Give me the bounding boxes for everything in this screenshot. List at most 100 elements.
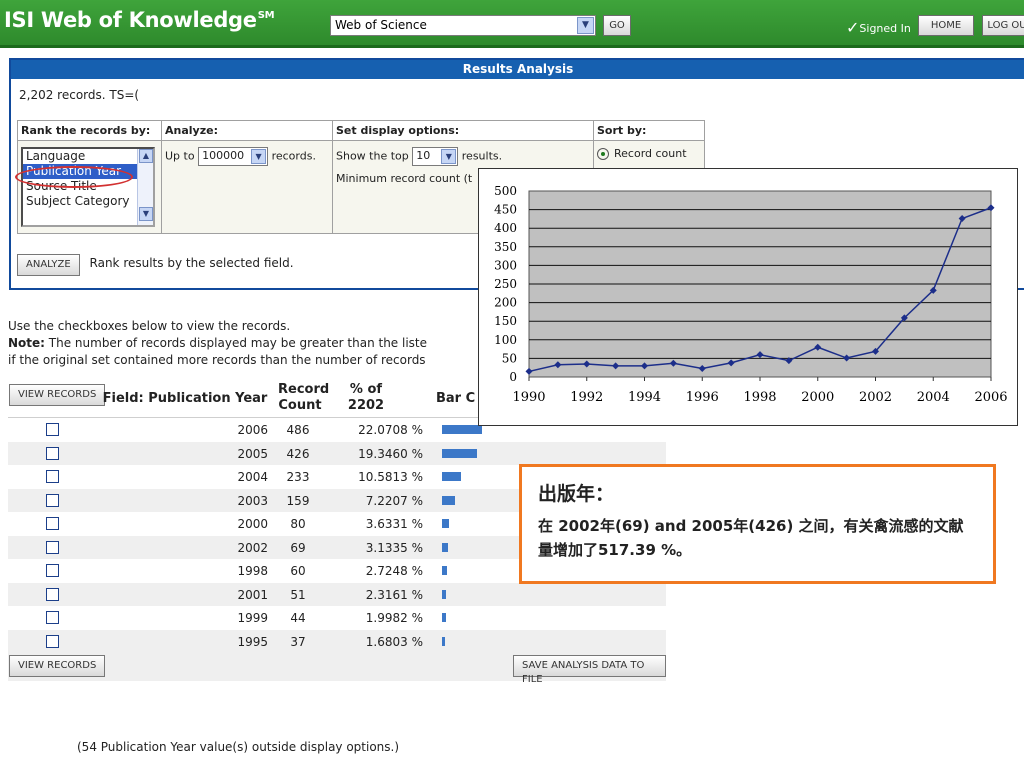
- listbox-scrollbar[interactable]: ▲ ▼: [137, 149, 153, 225]
- show-top-select[interactable]: 10 ▼: [412, 147, 459, 166]
- row-bar: [442, 542, 448, 552]
- row-count: 51: [290, 587, 306, 602]
- callout-title: 出版年：: [538, 483, 615, 505]
- row-percent: 2.7248 %: [365, 564, 423, 578]
- row-checkbox[interactable]: [46, 634, 59, 648]
- row-percent: 10.5813 %: [358, 470, 423, 484]
- chevron-down-icon[interactable]: ▼: [251, 149, 267, 164]
- top-bar: ISI Web of KnowledgeSM Web of Science ▼ …: [0, 0, 1024, 48]
- row-year: 2003: [237, 493, 268, 508]
- row-checkbox[interactable]: [46, 540, 59, 554]
- row-year: 2005: [237, 446, 268, 461]
- show-top-value: 10: [416, 149, 431, 162]
- row-percent: 3.6331 %: [365, 517, 423, 531]
- view-records-button[interactable]: VIEW RECORDS: [9, 384, 106, 406]
- up-to-label: Up to: [165, 149, 195, 163]
- database-select-value: Web of Science: [335, 18, 427, 32]
- display-options-header: Set display options:: [332, 120, 594, 141]
- line-chart-svg: 0 50 100 150 200 250 300 350 400 450 500 1990 1992 19…: [494, 184, 1007, 405]
- y-tick-label: 450: [494, 203, 517, 217]
- row-year: 2001: [237, 587, 268, 602]
- brand-mark: SM: [257, 10, 275, 21]
- table-row: 1995 37 1.6803 %: [8, 629, 666, 653]
- row-percent: 3.1335 %: [365, 540, 423, 555]
- save-analysis-button[interactable]: SAVE ANALYSIS DATA TO FILE: [513, 655, 666, 685]
- table-row: 2001 51 2.3161 %: [8, 582, 666, 606]
- row-percent: 1.9982 %: [365, 611, 423, 625]
- analyze-limit-select[interactable]: 100000 ▼: [198, 147, 269, 166]
- row-bar: [442, 425, 482, 434]
- analyze-button[interactable]: ANALYZE: [17, 254, 80, 276]
- row-percent: 7.2207 %: [365, 493, 423, 508]
- rank-by-header: Rank the records by:: [17, 120, 162, 141]
- annotation-callout: 出版年： 在 2002年(69) and 2005年(426) 之间，有关禽流感…: [519, 464, 996, 584]
- highlight-circle: [15, 166, 133, 188]
- row-year: 2004: [237, 470, 268, 484]
- outside-display-note: (54 Publication Year value(s) outside di…: [77, 740, 400, 754]
- analyze-limit-value: 100000: [202, 149, 245, 162]
- x-tick-label: 2000: [801, 390, 834, 405]
- row-checkbox[interactable]: [46, 470, 59, 483]
- row-count: 37: [290, 634, 306, 649]
- chevron-down-icon[interactable]: ▼: [441, 149, 457, 164]
- x-tick-label: 2004: [917, 390, 950, 405]
- publication-trend-chart: 0 50 100 150 200 250 300 350 400 450 500 1990 1992 19…: [478, 168, 1018, 426]
- database-select[interactable]: Web of Science ▼: [330, 15, 596, 36]
- signed-in-status: ✓Signed In: [846, 17, 911, 37]
- home-button[interactable]: HOME: [918, 15, 974, 36]
- row-bar: [442, 566, 447, 575]
- row-percent: 22.0708 %: [358, 423, 423, 437]
- callout-text: 在 2002年(69) and 2005年(426) 之间，有关禽流感的文献量增…: [538, 517, 964, 559]
- row-percent: 19.3460 %: [358, 446, 423, 461]
- row-checkbox[interactable]: [46, 587, 59, 601]
- row-count: 80: [290, 517, 306, 531]
- row-count: 159: [286, 493, 310, 508]
- row-checkbox[interactable]: [46, 493, 59, 507]
- percent-header-line1: % of: [349, 382, 383, 397]
- x-tick-label: 1994: [628, 390, 661, 405]
- y-tick-label: 0: [509, 370, 517, 384]
- row-bar: [442, 495, 455, 505]
- y-tick-label: 150: [494, 314, 517, 328]
- y-tick-label: 50: [502, 351, 517, 365]
- go-button[interactable]: GO: [603, 15, 631, 36]
- row-year: 2006: [237, 423, 268, 437]
- row-percent: 2.3161 %: [365, 587, 423, 602]
- y-tick-label: 250: [494, 277, 517, 291]
- records-summary: 2,202 records. TS=(: [19, 88, 140, 102]
- field-header: Field: Publication Year: [102, 391, 268, 406]
- x-tick-label: 1996: [686, 390, 719, 405]
- usage-notes: Use the checkboxes below to view the rec…: [8, 318, 427, 369]
- rank-option-subject-category[interactable]: Subject Category: [23, 194, 153, 209]
- row-checkbox[interactable]: [46, 446, 59, 460]
- row-bar: [442, 613, 446, 622]
- view-records-button-bottom[interactable]: VIEW RECORDS: [9, 655, 106, 677]
- logout-button[interactable]: LOG OU: [982, 15, 1024, 36]
- row-checkbox[interactable]: [46, 517, 59, 530]
- record-count-label: Record count: [614, 147, 687, 160]
- percent-header: % of 2202: [338, 382, 394, 414]
- record-count-radio[interactable]: [597, 148, 609, 160]
- row-bar: [442, 448, 477, 458]
- notes-line-2: The number of records displayed may be g…: [44, 336, 427, 350]
- y-tick-label: 100: [494, 333, 517, 347]
- row-checkbox[interactable]: [46, 564, 59, 577]
- row-count: 60: [290, 564, 306, 578]
- row-bar: [442, 589, 446, 599]
- row-checkbox[interactable]: [46, 611, 59, 624]
- results-word: results.: [461, 149, 503, 163]
- y-tick-label: 200: [494, 296, 517, 310]
- chevron-down-icon[interactable]: ▼: [577, 17, 594, 34]
- scroll-down-icon[interactable]: ▼: [139, 207, 153, 221]
- table-row: 1999 44 1.9982 %: [8, 606, 666, 630]
- row-checkbox[interactable]: [46, 423, 59, 436]
- y-tick-label: 400: [494, 221, 517, 235]
- percent-header-line2: 2202: [347, 398, 385, 413]
- row-bar: [442, 472, 461, 481]
- rank-option-language[interactable]: Language: [23, 149, 153, 164]
- scroll-up-icon[interactable]: ▲: [139, 149, 153, 163]
- row-year: 1999: [237, 611, 268, 625]
- notes-line-1: Use the checkboxes below to view the rec…: [8, 319, 291, 333]
- results-footer: VIEW RECORDS SAVE ANALYSIS DATA TO FILE: [8, 653, 666, 685]
- brand-logo[interactable]: ISI Web of KnowledgeSM: [4, 8, 275, 32]
